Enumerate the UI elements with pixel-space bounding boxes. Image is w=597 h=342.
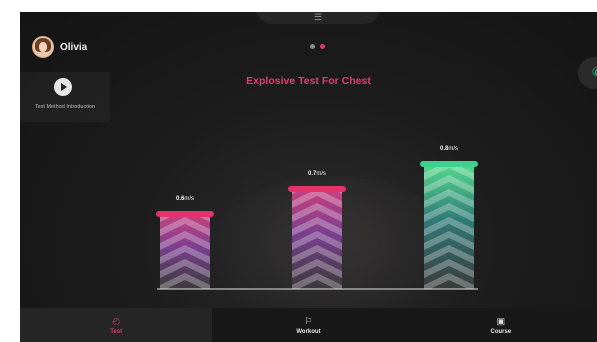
bar-value-label: 0.8m/s [440, 146, 458, 152]
tab-label: Test [110, 329, 123, 335]
play-square-icon: ▣ [496, 316, 506, 326]
tab-workout[interactable]: ⚐ Workout [212, 308, 404, 342]
bar-cap [420, 161, 478, 167]
velocity-bar: 0.7m/s [288, 171, 346, 289]
velocity-chart: 0.6m/s 0.7m/s 0.8m/s [156, 146, 478, 290]
bottom-tab-bar: ◴ Test ⚐ Workout ▣ Course [20, 308, 597, 342]
bar-cap [288, 186, 346, 192]
bar-cap [156, 211, 214, 217]
stopwatch-icon: ◴ [112, 316, 121, 326]
tab-test[interactable]: ◴ Test [20, 308, 213, 342]
velocity-bar: 0.6m/s [156, 196, 214, 289]
velocity-bar: 0.8m/s [420, 146, 478, 289]
app-screen: ☰ Olivia Test Method Introduction ✆ Expl… [20, 12, 597, 342]
tab-label: Course [490, 329, 512, 335]
flag-icon: ⚐ [304, 316, 313, 326]
tab-label: Workout [296, 329, 321, 335]
tab-course[interactable]: ▣ Course [405, 308, 597, 342]
bar-value-label: 0.6m/s [176, 196, 194, 202]
bar-value-label: 0.7m/s [308, 171, 326, 177]
